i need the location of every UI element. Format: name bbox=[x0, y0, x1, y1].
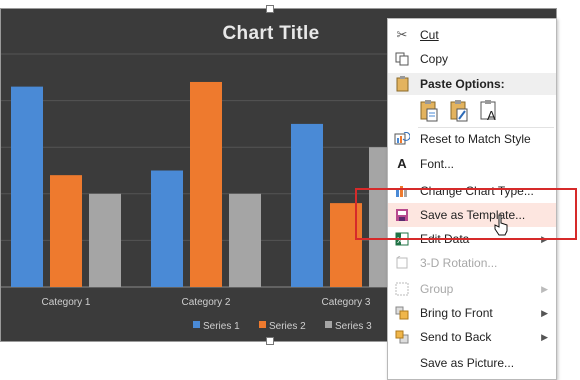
menu-label-group: Group bbox=[420, 282, 454, 296]
x-tick-label: Category 3 bbox=[322, 297, 371, 308]
legend-entry: Series 1 bbox=[203, 321, 240, 332]
paste-options-buttons: A bbox=[418, 99, 528, 125]
menu-item-font[interactable]: A Font... bbox=[388, 152, 556, 176]
submenu-arrow-icon: ▶ bbox=[541, 332, 548, 342]
legend-entry: Series 2 bbox=[269, 321, 306, 332]
menu-item-reset-style[interactable]: Reset to Match Style bbox=[388, 127, 556, 151]
paste-keep-formatting-icon[interactable] bbox=[448, 99, 470, 123]
menu-label-cut: Cut bbox=[420, 28, 439, 42]
menu-label-font: Font... bbox=[420, 157, 455, 171]
menu-label-copy: Copy bbox=[420, 52, 449, 66]
menu-item-save-as-picture[interactable]: Save as Picture... bbox=[388, 351, 556, 375]
menu-label-bring-to-front: Bring to Front bbox=[420, 306, 493, 320]
bring-to-front-icon bbox=[394, 305, 410, 321]
menu-item-cut[interactable]: ✂ Cut bbox=[388, 23, 556, 47]
clipboard-icon bbox=[396, 76, 410, 99]
legend-entry: Series 3 bbox=[335, 321, 372, 332]
submenu-arrow-icon: ▶ bbox=[541, 308, 548, 318]
legend-swatch bbox=[259, 321, 266, 328]
paste-options-header: Paste Options: bbox=[388, 73, 556, 95]
paste-options-label: Paste Options: bbox=[420, 77, 505, 91]
legend-swatch bbox=[325, 321, 332, 328]
menu-item-bring-to-front[interactable]: Bring to Front ▶ bbox=[388, 301, 556, 325]
bar-series-1-category-2 bbox=[151, 170, 183, 287]
3d-rotation-icon bbox=[394, 255, 410, 271]
menu-label-reset-style: Reset to Match Style bbox=[420, 132, 531, 146]
menu-item-send-to-back[interactable]: Send to Back ▶ bbox=[388, 325, 556, 349]
font-icon: A bbox=[397, 156, 407, 171]
bar-series-1-category-1 bbox=[11, 86, 43, 288]
bar-series-1-category-3 bbox=[291, 123, 323, 288]
copy-icon bbox=[394, 51, 410, 67]
x-tick-label: Category 2 bbox=[182, 297, 231, 308]
x-tick-label: Category 1 bbox=[42, 297, 91, 308]
menu-item-copy[interactable]: Copy bbox=[388, 47, 556, 71]
bar-series-2-category-2 bbox=[190, 81, 222, 288]
bar-series-3-category-2 bbox=[229, 193, 261, 287]
submenu-arrow-icon: ▶ bbox=[541, 284, 548, 294]
legend-swatch bbox=[193, 321, 200, 328]
menu-item-3d-rotation[interactable]: 3-D Rotation... bbox=[388, 251, 556, 275]
reset-style-icon bbox=[394, 131, 410, 147]
highlight-callout bbox=[355, 188, 577, 240]
bar-series-3-category-1 bbox=[89, 193, 121, 287]
scissors-icon: ✂ bbox=[396, 27, 408, 42]
menu-label-save-as-picture: Save as Picture... bbox=[420, 356, 515, 370]
paste-text-only-icon[interactable]: A bbox=[478, 99, 500, 123]
group-icon bbox=[394, 281, 410, 297]
bar-series-2-category-1 bbox=[50, 175, 82, 287]
menu-label-send-to-back: Send to Back bbox=[420, 330, 492, 344]
svg-text:A: A bbox=[487, 108, 496, 123]
menu-label-3d-rotation: 3-D Rotation... bbox=[420, 256, 498, 270]
send-to-back-icon bbox=[394, 329, 410, 345]
menu-item-group[interactable]: Group ▶ bbox=[388, 277, 556, 301]
mouse-cursor-icon bbox=[494, 214, 508, 236]
paste-use-destination-theme-icon[interactable] bbox=[418, 99, 440, 123]
